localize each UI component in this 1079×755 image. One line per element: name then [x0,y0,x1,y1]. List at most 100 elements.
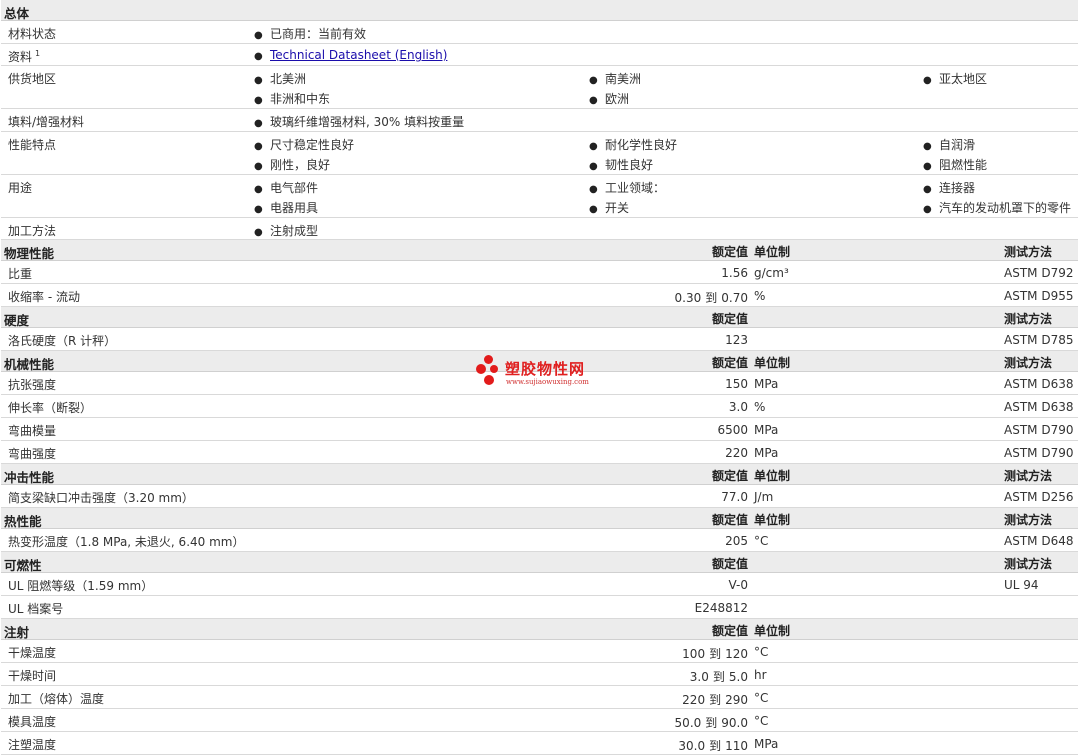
property-label: 简支梁缺口冲击强度（3.20 mm） [8,491,194,505]
section-header-physical: 物理性能 额定值 单位制 测试方法 [1,240,1078,261]
property-unit: MPa [754,737,779,751]
property-label: 弯曲强度 [8,447,57,461]
row-label: 供货地区 [8,72,57,86]
bullet-icon: ● [254,30,263,41]
property-label: 抗张强度 [8,378,57,392]
row-processing: 加工方法 ● 注射成型 [1,218,1078,240]
property-row: UL 阻燃等级（1.59 mm） V-0 UL 94 [1,573,1078,596]
property-value: 50.0 到 90.0 [674,716,748,730]
section-title: 注射 [4,625,30,640]
section-header-hardness: 硬度 额定值 测试方法 [1,307,1078,328]
header-nominal: 额定值 [711,513,748,527]
bullet-icon: ● [254,141,263,152]
property-label: 干燥温度 [8,646,57,660]
property-unit: g/cm³ [754,266,789,280]
property-value: 205 [725,534,748,548]
property-row: 加工（熔体）温度 220 到 290 °C [1,686,1078,709]
property-row: 干燥时间 3.0 到 5.0 hr [1,663,1078,686]
header-unit: 单位制 [754,624,791,638]
property-row: 注塑温度 30.0 到 110 MPa [1,732,1078,755]
watermark-title: 塑胶物性网 [505,360,586,378]
bullet-icon: ● [589,184,598,195]
list-item: ● 非洲和中东 [254,92,331,106]
bullet-icon: ● [589,141,598,152]
bullet-icon: ● [589,204,598,215]
property-row: 弯曲模量 6500 MPa ASTM D790 [1,418,1078,441]
row-label: 加工方法 [8,224,57,238]
bullet-icon: ● [254,161,263,172]
property-unit: MPa [754,423,779,437]
section-title: 物理性能 [4,246,55,261]
property-test: ASTM D256 [1004,490,1074,504]
technical-datasheet-link[interactable]: Technical Datasheet (English) [270,48,447,62]
bullet-icon: ● [254,75,263,86]
header-unit: 单位制 [754,513,791,527]
bullet-icon: ● [254,95,263,106]
bullet-icon: ● [923,204,932,215]
header-nominal: 额定值 [711,312,748,326]
property-label: 弯曲模量 [8,424,57,438]
property-label: 模具温度 [8,715,57,729]
property-unit: MPa [754,377,779,391]
list-item: ● 耐化学性良好 [589,138,678,152]
property-label: 伸长率（断裂） [8,401,93,415]
section-title: 总体 [4,6,30,21]
property-label: UL 档案号 [8,602,64,616]
bullet-icon: ● [254,227,263,238]
row-features: 性能特点 ● 尺寸稳定性良好 ● 耐化学性良好 ● 自润滑 ● 刚性，良好 ● 韧性良好 … [1,132,1078,175]
property-label: 注塑温度 [8,738,57,752]
list-item: ● 电气部件 [254,181,319,195]
property-label: 热变形温度（1.8 MPa, 未退火, 6.40 mm） [8,535,245,549]
property-value: V-0 [728,578,748,592]
header-test: 测试方法 [1004,513,1053,527]
property-row: 收缩率 - 流动 0.30 到 0.70 % ASTM D955 [1,284,1078,307]
header-unit: 单位制 [754,245,791,259]
property-value: 100 到 120 [682,647,748,661]
section-header-general: 总体 [1,0,1078,21]
header-nominal: 额定值 [711,624,748,638]
header-nominal: 额定值 [711,245,748,259]
header-test: 测试方法 [1004,557,1053,571]
property-test: ASTM D648 [1004,534,1074,548]
property-value: 220 [725,446,748,460]
bullet-icon: ● [589,75,598,86]
property-value: 220 到 290 [682,693,748,707]
list-item: ● 电器用具 [254,201,319,215]
bullet-icon: ● [254,204,263,215]
section-title: 硬度 [4,313,30,328]
header-test: 测试方法 [1004,312,1053,326]
property-unit: °C [754,714,769,728]
header-test: 测试方法 [1004,356,1053,370]
property-value: E248812 [694,601,748,615]
bullet-icon: ● [589,95,598,106]
row-label: 性能特点 [8,138,57,152]
bullet-icon: ● [589,161,598,172]
property-unit: °C [754,691,769,705]
bullet-icon: ● [923,184,932,195]
list-item: ● 北美洲 [254,72,307,86]
section-title: 热性能 [4,514,42,529]
property-value: 1.56 [721,266,748,280]
bullet-icon: ● [254,51,263,62]
section-title: 机械性能 [4,357,55,372]
row-label: 材料状态 [8,27,57,41]
property-unit: hr [754,668,767,682]
bullet-icon: ● [254,184,263,195]
property-row: 弯曲强度 220 MPa ASTM D790 [1,441,1078,464]
property-unit: % [754,400,766,414]
property-value: 123 [725,333,748,347]
property-row: 热变形温度（1.8 MPa, 未退火, 6.40 mm） 205 °C ASTM… [1,529,1078,552]
property-value: 30.0 到 110 [678,739,748,753]
property-row: 伸长率（断裂） 3.0 % ASTM D638 [1,395,1078,418]
watermark-url: www.sujiaowuxing.com [506,378,589,386]
section-header-injection: 注射 额定值 单位制 [1,619,1078,640]
property-value: 77.0 [721,490,748,504]
row-documents: 资料 1 ● Technical Datasheet (English) [1,44,1078,66]
property-test: ASTM D792 [1004,266,1074,280]
section-header-impact: 冲击性能 额定值 单位制 测试方法 [1,464,1078,485]
section-header-thermal: 热性能 额定值 单位制 测试方法 [1,508,1078,529]
bullet-icon: ● [923,75,932,86]
property-label: UL 阻燃等级（1.59 mm） [8,579,154,593]
list-item: ● 尺寸稳定性良好 [254,138,355,152]
property-row: 比重 1.56 g/cm³ ASTM D792 [1,261,1078,284]
